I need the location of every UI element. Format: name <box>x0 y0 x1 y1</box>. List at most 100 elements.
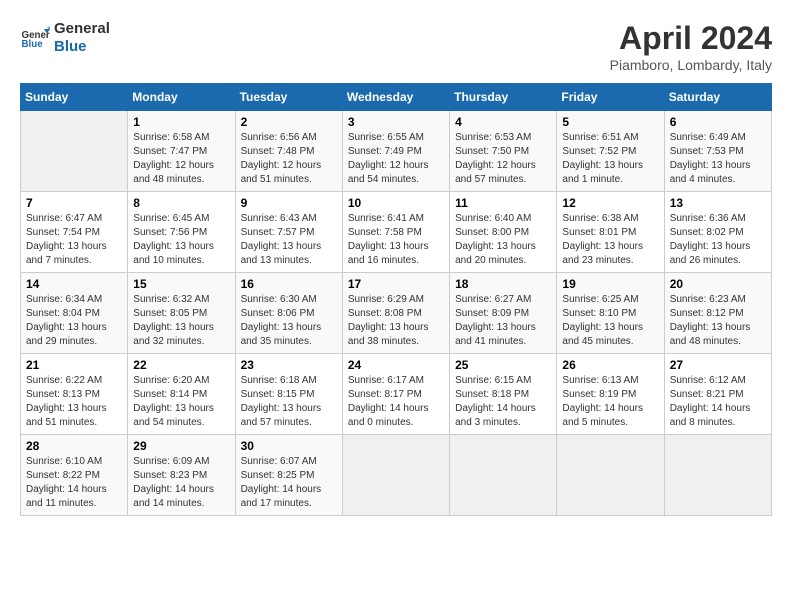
day-info: Sunrise: 6:18 AM Sunset: 8:15 PM Dayligh… <box>241 374 337 430</box>
day-number: 18 <box>455 277 551 291</box>
day-info: Sunrise: 6:10 AM Sunset: 8:22 PM Dayligh… <box>26 455 122 511</box>
calendar-week-5: 28 Sunrise: 6:10 AM Sunset: 8:22 PM Dayli… <box>21 435 772 516</box>
logo: General Blue General Blue <box>20 20 110 56</box>
day-info: Sunrise: 6:30 AM Sunset: 8:06 PM Dayligh… <box>241 293 337 349</box>
calendar-cell-w2-d4: 10 Sunrise: 6:41 AM Sunset: 7:58 PM Dayli… <box>342 192 449 273</box>
calendar-cell-w2-d6: 12Sunrise: 6:38 AM Sunset: 8:01 PM Dayli… <box>557 192 664 273</box>
day-number: 23 <box>241 358 337 372</box>
calendar-table: Sunday Monday Tuesday Wednesday Thursday… <box>20 83 772 516</box>
col-saturday: Saturday <box>664 84 771 111</box>
day-info: Sunrise: 6:12 AM Sunset: 8:21 PM Dayligh… <box>670 374 766 430</box>
logo-general: General <box>54 20 110 38</box>
day-info: Sunrise: 6:41 AM Sunset: 7:58 PM Dayligh… <box>348 212 444 268</box>
calendar-cell-w5-d6 <box>557 435 664 516</box>
calendar-week-1: 1 Sunrise: 6:58 AM Sunset: 7:47 PM Daylig… <box>21 111 772 192</box>
svg-text:Blue: Blue <box>22 39 44 50</box>
day-info: Sunrise: 6:38 AM Sunset: 8:01 PM Dayligh… <box>562 212 658 268</box>
day-number: 30 <box>241 439 337 453</box>
day-number: 1 <box>133 115 229 129</box>
calendar-cell-w3-d5: 18 Sunrise: 6:27 AM Sunset: 8:09 PM Dayli… <box>450 273 557 354</box>
day-info: Sunrise: 6:53 AM Sunset: 7:50 PM Dayligh… <box>455 131 551 187</box>
day-number: 26 <box>562 358 658 372</box>
col-sunday: Sunday <box>21 84 128 111</box>
calendar-cell-w1-d7: 6Sunrise: 6:49 AM Sunset: 7:53 PM Daylig… <box>664 111 771 192</box>
day-number: 24 <box>348 358 444 372</box>
day-number: 25 <box>455 358 551 372</box>
day-number: 2 <box>241 115 337 129</box>
month-title: April 2024 <box>610 20 772 57</box>
day-info: Sunrise: 6:43 AM Sunset: 7:57 PM Dayligh… <box>241 212 337 268</box>
col-thursday: Thursday <box>450 84 557 111</box>
day-info: Sunrise: 6:34 AM Sunset: 8:04 PM Dayligh… <box>26 293 122 349</box>
calendar-cell-w1-d4: 3 Sunrise: 6:55 AM Sunset: 7:49 PM Daylig… <box>342 111 449 192</box>
day-info: Sunrise: 6:45 AM Sunset: 7:56 PM Dayligh… <box>133 212 229 268</box>
day-info: Sunrise: 6:29 AM Sunset: 8:08 PM Dayligh… <box>348 293 444 349</box>
day-number: 7 <box>26 196 122 210</box>
calendar-cell-w4-d1: 21 Sunrise: 6:22 AM Sunset: 8:13 PM Dayli… <box>21 354 128 435</box>
calendar-cell-w3-d1: 14Sunrise: 6:34 AM Sunset: 8:04 PM Dayli… <box>21 273 128 354</box>
location: Piamboro, Lombardy, Italy <box>610 57 772 73</box>
day-info: Sunrise: 6:07 AM Sunset: 8:25 PM Dayligh… <box>241 455 337 511</box>
calendar-cell-w4-d6: 26 Sunrise: 6:13 AM Sunset: 8:19 PM Dayli… <box>557 354 664 435</box>
day-number: 15 <box>133 277 229 291</box>
calendar-cell-w3-d2: 15Sunrise: 6:32 AM Sunset: 8:05 PM Dayli… <box>128 273 235 354</box>
calendar-cell-w1-d2: 1 Sunrise: 6:58 AM Sunset: 7:47 PM Daylig… <box>128 111 235 192</box>
calendar-cell-w2-d5: 11Sunrise: 6:40 AM Sunset: 8:00 PM Dayli… <box>450 192 557 273</box>
day-number: 22 <box>133 358 229 372</box>
day-info: Sunrise: 6:17 AM Sunset: 8:17 PM Dayligh… <box>348 374 444 430</box>
calendar-header-row: Sunday Monday Tuesday Wednesday Thursday… <box>21 84 772 111</box>
calendar-cell-w2-d7: 13Sunrise: 6:36 AM Sunset: 8:02 PM Dayli… <box>664 192 771 273</box>
calendar-cell-w2-d3: 9 Sunrise: 6:43 AM Sunset: 7:57 PM Daylig… <box>235 192 342 273</box>
calendar-cell-w5-d5 <box>450 435 557 516</box>
day-info: Sunrise: 6:20 AM Sunset: 8:14 PM Dayligh… <box>133 374 229 430</box>
calendar-cell-w4-d2: 22 Sunrise: 6:20 AM Sunset: 8:14 PM Dayli… <box>128 354 235 435</box>
day-info: Sunrise: 6:55 AM Sunset: 7:49 PM Dayligh… <box>348 131 444 187</box>
day-info: Sunrise: 6:51 AM Sunset: 7:52 PM Dayligh… <box>562 131 658 187</box>
calendar-cell-w1-d3: 2Sunrise: 6:56 AM Sunset: 7:48 PM Daylig… <box>235 111 342 192</box>
day-number: 29 <box>133 439 229 453</box>
calendar-cell-w4-d3: 23 Sunrise: 6:18 AM Sunset: 8:15 PM Dayli… <box>235 354 342 435</box>
day-number: 19 <box>562 277 658 291</box>
day-number: 10 <box>348 196 444 210</box>
day-info: Sunrise: 6:13 AM Sunset: 8:19 PM Dayligh… <box>562 374 658 430</box>
col-tuesday: Tuesday <box>235 84 342 111</box>
day-number: 28 <box>26 439 122 453</box>
calendar-cell-w3-d3: 16Sunrise: 6:30 AM Sunset: 8:06 PM Dayli… <box>235 273 342 354</box>
calendar-cell-w5-d2: 29Sunrise: 6:09 AM Sunset: 8:23 PM Dayli… <box>128 435 235 516</box>
day-number: 21 <box>26 358 122 372</box>
calendar-cell-w1-d5: 4Sunrise: 6:53 AM Sunset: 7:50 PM Daylig… <box>450 111 557 192</box>
day-number: 9 <box>241 196 337 210</box>
day-number: 8 <box>133 196 229 210</box>
day-number: 13 <box>670 196 766 210</box>
day-info: Sunrise: 6:47 AM Sunset: 7:54 PM Dayligh… <box>26 212 122 268</box>
day-info: Sunrise: 6:27 AM Sunset: 8:09 PM Dayligh… <box>455 293 551 349</box>
calendar-week-4: 21 Sunrise: 6:22 AM Sunset: 8:13 PM Dayli… <box>21 354 772 435</box>
calendar-cell-w4-d4: 24 Sunrise: 6:17 AM Sunset: 8:17 PM Dayli… <box>342 354 449 435</box>
page-header: General Blue General Blue April 2024 Pia… <box>20 20 772 73</box>
title-area: April 2024 Piamboro, Lombardy, Italy <box>610 20 772 73</box>
day-info: Sunrise: 6:49 AM Sunset: 7:53 PM Dayligh… <box>670 131 766 187</box>
day-info: Sunrise: 6:58 AM Sunset: 7:47 PM Dayligh… <box>133 131 229 187</box>
calendar-cell-w4-d5: 25 Sunrise: 6:15 AM Sunset: 8:18 PM Dayli… <box>450 354 557 435</box>
day-info: Sunrise: 6:23 AM Sunset: 8:12 PM Dayligh… <box>670 293 766 349</box>
calendar-cell-w2-d1: 7 Sunrise: 6:47 AM Sunset: 7:54 PM Daylig… <box>21 192 128 273</box>
calendar-cell-w5-d3: 30 Sunrise: 6:07 AM Sunset: 8:25 PM Dayli… <box>235 435 342 516</box>
calendar-cell-w3-d7: 20 Sunrise: 6:23 AM Sunset: 8:12 PM Dayli… <box>664 273 771 354</box>
day-info: Sunrise: 6:22 AM Sunset: 8:13 PM Dayligh… <box>26 374 122 430</box>
day-info: Sunrise: 6:15 AM Sunset: 8:18 PM Dayligh… <box>455 374 551 430</box>
calendar-cell-w5-d4 <box>342 435 449 516</box>
calendar-week-2: 7 Sunrise: 6:47 AM Sunset: 7:54 PM Daylig… <box>21 192 772 273</box>
day-number: 3 <box>348 115 444 129</box>
calendar-cell-w3-d6: 19 Sunrise: 6:25 AM Sunset: 8:10 PM Dayli… <box>557 273 664 354</box>
calendar-cell-w2-d2: 8 Sunrise: 6:45 AM Sunset: 7:56 PM Daylig… <box>128 192 235 273</box>
day-number: 17 <box>348 277 444 291</box>
day-number: 20 <box>670 277 766 291</box>
col-monday: Monday <box>128 84 235 111</box>
logo-blue: Blue <box>54 38 110 56</box>
day-number: 27 <box>670 358 766 372</box>
calendar-cell-w1-d6: 5 Sunrise: 6:51 AM Sunset: 7:52 PM Daylig… <box>557 111 664 192</box>
calendar-cell-w4-d7: 27 Sunrise: 6:12 AM Sunset: 8:21 PM Dayli… <box>664 354 771 435</box>
day-info: Sunrise: 6:25 AM Sunset: 8:10 PM Dayligh… <box>562 293 658 349</box>
calendar-cell-w5-d7 <box>664 435 771 516</box>
day-number: 5 <box>562 115 658 129</box>
